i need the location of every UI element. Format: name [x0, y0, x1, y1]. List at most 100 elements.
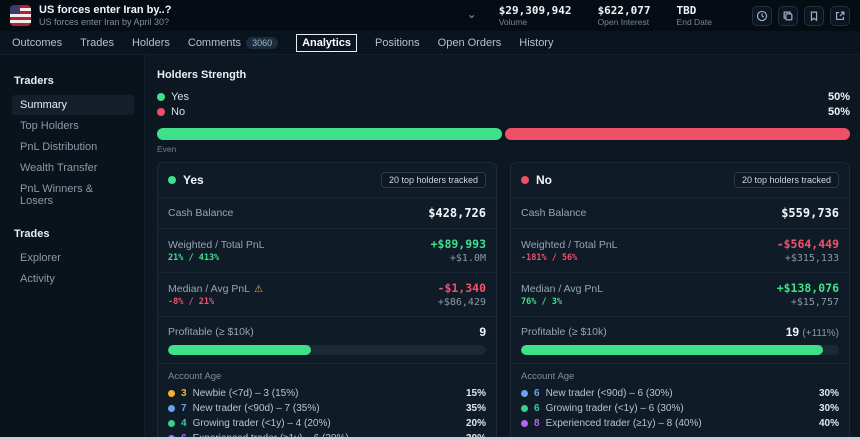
yes-cash-balance-row: Cash Balance $428,726 [158, 198, 496, 229]
yes-holders-tracked-badge: 20 top holders tracked [381, 172, 486, 188]
warning-icon: ⚠ [254, 284, 263, 295]
weighted-pnl-value: +$89,993 [431, 237, 486, 251]
open-interest-value: $622,077 [598, 4, 651, 17]
tab-comments-label: Comments [188, 37, 241, 49]
legend-no: No 50% [157, 106, 850, 118]
cash-balance-value: $559,736 [781, 206, 839, 220]
holders-strength-bar [157, 128, 850, 140]
analytics-sidebar: Traders Summary Top Holders PnL Distribu… [0, 55, 145, 440]
stat-end-date: TBD End Date [677, 4, 712, 27]
sidebar-item-summary[interactable]: Summary [12, 95, 134, 115]
us-flag-icon [10, 5, 31, 26]
profitable-progress-track [521, 345, 839, 355]
volume-value: $29,309,942 [499, 4, 572, 17]
account-age-row: 6 Growing trader (<1y) – 6 (30%) 30% [521, 403, 839, 414]
tab-holders[interactable]: Holders [132, 37, 170, 49]
comments-count-badge: 3060 [246, 37, 278, 49]
profitable-progress-track [168, 345, 486, 355]
account-age-row: 7 New trader (<90d) – 7 (35%) 35% [168, 403, 486, 414]
yes-card-header: Yes 20 top holders tracked [158, 163, 496, 198]
legend-yes-pct: 50% [828, 91, 850, 103]
median-pnl-sub: 76% / 3% [521, 297, 603, 307]
median-pnl-value: +$138,076 [777, 281, 839, 295]
copy-icon[interactable] [778, 6, 798, 26]
cash-balance-value: $428,726 [428, 206, 486, 220]
market-subtitle: US forces enter Iran by April 30? [39, 17, 171, 27]
open-interest-label: Open Interest [598, 17, 651, 27]
sidebar-item-wealth-transfer[interactable]: Wealth Transfer [12, 158, 134, 178]
end-date-value: TBD [677, 4, 712, 17]
yes-median-pnl-row: Median / Avg PnL⚠ -8% / 21% -$1,340 +$86… [158, 273, 496, 317]
yes-card-dot-icon [168, 176, 176, 184]
sidebar-item-pnl-winners-losers[interactable]: PnL Winners & Losers [12, 179, 134, 211]
account-age-row: 8 Experienced trader (≥1y) – 8 (40%) 40% [521, 418, 839, 429]
weighted-pnl-sub: -181% / 56% [521, 253, 618, 263]
holders-strength-title: Holders Strength [157, 69, 850, 81]
no-profitable-row: Profitable (≥ $10k) 19 (+111%) [511, 317, 849, 364]
weighted-pnl-label: Weighted / Total PnL [168, 239, 265, 251]
weighted-pnl-value2: +$1.0M [450, 253, 486, 264]
tab-comments[interactable]: Comments 3060 [188, 37, 278, 49]
no-card-header: No 20 top holders tracked [511, 163, 849, 198]
no-cash-balance-row: Cash Balance $559,736 [511, 198, 849, 229]
legend-yes: Yes 50% [157, 91, 850, 103]
experienced-trader-dot-icon [521, 420, 528, 427]
profitable-label: Profitable (≥ $10k) [168, 326, 254, 338]
growing-trader-dot-icon [521, 405, 528, 412]
yes-account-age-section: Account Age 3 Newbie (<7d) – 3 (15%) 15%… [158, 364, 496, 440]
yes-profitable-row: Profitable (≥ $10k) 9 [158, 317, 496, 364]
sidebar-item-pnl-distribution[interactable]: PnL Distribution [12, 137, 134, 157]
tab-history[interactable]: History [519, 37, 553, 49]
growing-trader-dot-icon [168, 420, 175, 427]
bookmark-icon[interactable] [804, 6, 824, 26]
sidebar-item-top-holders[interactable]: Top Holders [12, 116, 134, 136]
account-age-row: 4 Growing trader (<1y) – 4 (20%) 20% [168, 418, 486, 429]
outcome-card-yes: Yes 20 top holders tracked Cash Balance … [157, 162, 497, 440]
sidebar-item-explorer[interactable]: Explorer [12, 248, 134, 268]
weighted-pnl-value2: +$315,133 [785, 253, 839, 264]
no-holders-tracked-badge: 20 top holders tracked [734, 172, 839, 188]
legend-no-pct: 50% [828, 106, 850, 118]
newbie-dot-icon [168, 390, 175, 397]
volume-label: Volume [499, 17, 572, 27]
new-trader-dot-icon [521, 390, 528, 397]
profitable-label: Profitable (≥ $10k) [521, 326, 607, 338]
topbar: US forces enter Iran by..? US forces ent… [0, 0, 860, 31]
tab-trades[interactable]: Trades [80, 37, 114, 49]
market-title-block[interactable]: US forces enter Iran by..? US forces ent… [39, 4, 171, 27]
no-weighted-pnl-row: Weighted / Total PnL -181% / 56% -$564,4… [511, 229, 849, 273]
median-pnl-label: Median / Avg PnL [521, 283, 603, 295]
account-age-row: 6 New trader (<90d) – 6 (30%) 30% [521, 388, 839, 399]
legend-no-label: No [171, 106, 185, 118]
new-trader-dot-icon [168, 405, 175, 412]
tab-analytics[interactable]: Analytics [296, 34, 357, 52]
market-tab-bar: Outcomes Trades Holders Comments 3060 An… [0, 31, 860, 55]
yes-card-title: Yes [183, 173, 204, 187]
no-bar-segment [505, 128, 850, 140]
tab-open-orders[interactable]: Open Orders [438, 37, 502, 49]
end-date-label: End Date [677, 17, 712, 27]
weighted-pnl-label: Weighted / Total PnL [521, 239, 618, 251]
yes-weighted-pnl-row: Weighted / Total PnL 21% / 413% +$89,993… [158, 229, 496, 273]
yes-bar-segment [157, 128, 502, 140]
tab-outcomes[interactable]: Outcomes [12, 37, 62, 49]
profitable-value: 19 (+111%) [786, 325, 839, 339]
stat-open-interest: $622,077 Open Interest [598, 4, 651, 27]
median-pnl-value: -$1,340 [438, 281, 486, 295]
account-age-title: Account Age [521, 371, 839, 382]
external-link-icon[interactable] [830, 6, 850, 26]
profitable-progress-fill [521, 345, 823, 355]
sidebar-item-activity[interactable]: Activity [12, 269, 134, 289]
weighted-pnl-value: -$564,449 [777, 237, 839, 251]
chevron-down-icon[interactable]: ⌄ [467, 7, 477, 21]
weighted-pnl-sub: 21% / 413% [168, 253, 265, 263]
tab-positions[interactable]: Positions [375, 37, 420, 49]
no-account-age-section: Account Age 6 New trader (<90d) – 6 (30%… [511, 364, 849, 440]
median-pnl-value2: +$15,757 [791, 297, 839, 308]
no-card-dot-icon [521, 176, 529, 184]
clock-icon[interactable] [752, 6, 772, 26]
cash-balance-label: Cash Balance [521, 207, 586, 219]
holders-strength-caption: Even [157, 144, 850, 154]
no-dot-icon [157, 108, 165, 116]
sidebar-header-traders: Traders [14, 75, 144, 87]
